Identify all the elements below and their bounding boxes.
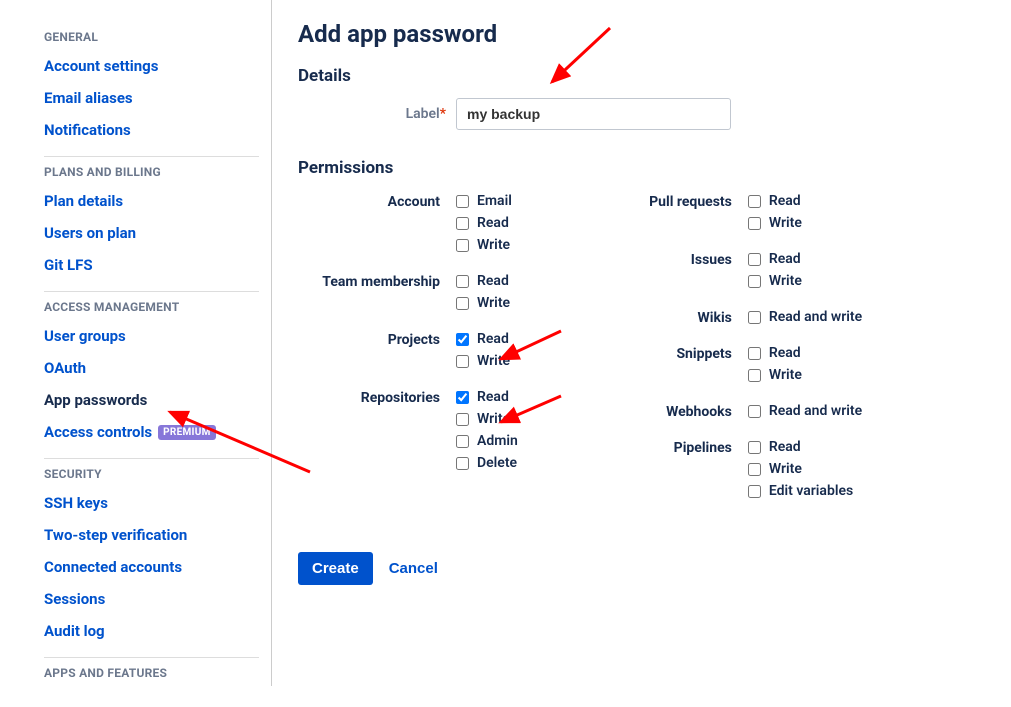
perm-repos-delete[interactable]: Delete <box>456 452 518 474</box>
nav-access-controls-label: Access controls <box>44 423 152 441</box>
perm-pipelines-edit-vars[interactable]: Edit variables <box>748 480 853 502</box>
section-access-management: ACCESS MANAGEMENT <box>44 291 259 320</box>
label-field-label: Label* <box>298 106 456 122</box>
perm-team-write[interactable]: Write <box>456 292 510 314</box>
perm-repos-write[interactable]: Write <box>456 408 518 430</box>
main-content: Add app password Details Label* Permissi… <box>272 0 1011 686</box>
perm-pipelines-read[interactable]: Read <box>748 436 853 458</box>
nav-oauth[interactable]: OAuth <box>44 352 259 384</box>
details-heading: Details <box>298 66 985 86</box>
perm-pr-read[interactable]: Read <box>748 190 802 212</box>
section-security: SECURITY <box>44 458 259 487</box>
create-button[interactable]: Create <box>298 552 373 585</box>
nav-app-passwords[interactable]: App passwords <box>44 384 259 416</box>
nav-plan-details[interactable]: Plan details <box>44 185 259 217</box>
perm-account-email[interactable]: Email <box>456 190 512 212</box>
nav-git-lfs[interactable]: Git LFS <box>44 249 259 281</box>
perm-issues-read[interactable]: Read <box>748 248 802 270</box>
perm-repositories-label: Repositories <box>298 386 456 406</box>
nav-ssh-keys[interactable]: SSH keys <box>44 487 259 519</box>
nav-connected-accounts[interactable]: Connected accounts <box>44 551 259 583</box>
label-field-row: Label* <box>298 98 985 130</box>
cancel-button[interactable]: Cancel <box>389 560 438 577</box>
perm-issues-label: Issues <box>578 248 748 268</box>
section-apps-features: APPS AND FEATURES <box>44 657 259 686</box>
permissions-column-a: Account Email Read Write Team membership… <box>298 190 518 504</box>
perm-account-label: Account <box>298 190 456 210</box>
perm-wikis-rw[interactable]: Read and write <box>748 306 862 328</box>
nav-access-controls[interactable]: Access controls PREMIUM <box>44 416 259 448</box>
perm-projects-label: Projects <box>298 328 456 348</box>
perm-team-membership-label: Team membership <box>298 270 456 290</box>
perm-repos-read[interactable]: Read <box>456 386 518 408</box>
perm-account-read[interactable]: Read <box>456 212 512 234</box>
perm-team-read[interactable]: Read <box>456 270 510 292</box>
nav-users-on-plan[interactable]: Users on plan <box>44 217 259 249</box>
permissions-column-b: Pull requests Read Write Issues Read Wri… <box>578 190 862 504</box>
perm-pull-requests-label: Pull requests <box>578 190 748 210</box>
perm-wikis-label: Wikis <box>578 306 748 326</box>
premium-badge: PREMIUM <box>158 425 216 440</box>
nav-notifications[interactable]: Notifications <box>44 114 259 146</box>
perm-account-write[interactable]: Write <box>456 234 512 256</box>
perm-webhooks-label: Webhooks <box>578 400 748 420</box>
nav-user-groups[interactable]: User groups <box>44 320 259 352</box>
perm-pipelines-write[interactable]: Write <box>748 458 853 480</box>
page-title: Add app password <box>298 20 985 48</box>
settings-sidebar: GENERAL Account settings Email aliases N… <box>32 0 272 686</box>
section-general: GENERAL <box>44 24 259 50</box>
nav-sessions[interactable]: Sessions <box>44 583 259 615</box>
permissions-heading: Permissions <box>298 158 985 178</box>
perm-snippets-write[interactable]: Write <box>748 364 802 386</box>
perm-issues-write[interactable]: Write <box>748 270 802 292</box>
perm-projects-write[interactable]: Write <box>456 350 510 372</box>
perm-webhooks-rw[interactable]: Read and write <box>748 400 862 422</box>
perm-repos-admin[interactable]: Admin <box>456 430 518 452</box>
section-plans-billing: PLANS AND BILLING <box>44 156 259 185</box>
perm-snippets-label: Snippets <box>578 342 748 362</box>
nav-account-settings[interactable]: Account settings <box>44 50 259 82</box>
perm-snippets-read[interactable]: Read <box>748 342 802 364</box>
nav-two-step-verification[interactable]: Two-step verification <box>44 519 259 551</box>
perm-pipelines-label: Pipelines <box>578 436 748 456</box>
perm-projects-read[interactable]: Read <box>456 328 510 350</box>
perm-pr-write[interactable]: Write <box>748 212 802 234</box>
nav-audit-log[interactable]: Audit log <box>44 615 259 647</box>
nav-email-aliases[interactable]: Email aliases <box>44 82 259 114</box>
label-input[interactable] <box>456 98 731 130</box>
